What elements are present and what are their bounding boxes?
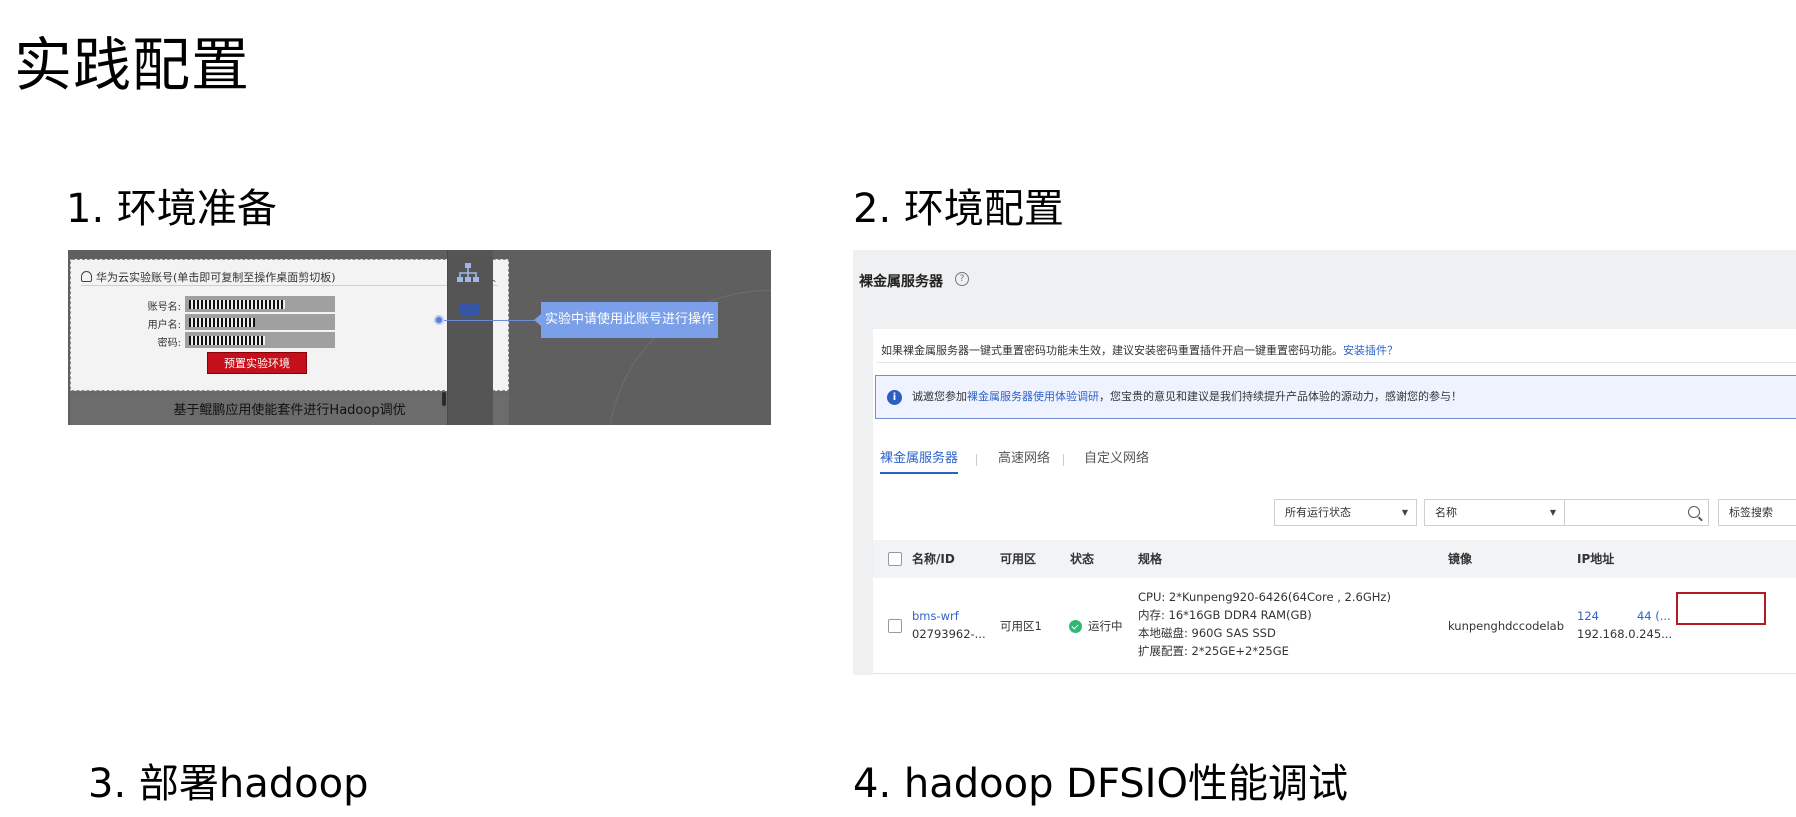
survey-banner: 诚邀您参加裸金属服务器使用体验调研，您宝贵的意见和建议是我们持续提升产品体验的源… xyxy=(875,375,1796,419)
search-field-value: 名称 xyxy=(1435,506,1457,519)
search-field-select[interactable]: 名称 ▼ xyxy=(1424,499,1565,526)
slide-title: 实践配置 xyxy=(14,31,251,99)
account-value[interactable] xyxy=(185,296,335,312)
table-header: 名称/ID 可用区 状态 规格 镜像 IP地址 xyxy=(873,540,1796,578)
password-value[interactable] xyxy=(185,332,335,348)
scroll-thumb[interactable] xyxy=(442,392,446,406)
password-label: 密码: xyxy=(157,338,181,349)
page-title: 裸金属服务器 xyxy=(859,274,943,290)
reset-environment-button[interactable]: 预置实验环境 xyxy=(207,352,307,374)
install-plugin-link[interactable]: 安装插件？ xyxy=(1343,344,1398,357)
column-zone[interactable]: 可用区 xyxy=(1000,540,1036,578)
survey-link[interactable]: 裸金属服务器使用体验调研 xyxy=(967,390,1099,403)
tab-separator xyxy=(1063,454,1064,466)
status-filter-value: 所有运行状态 xyxy=(1285,506,1351,519)
search-icon[interactable] xyxy=(1688,506,1700,518)
server-name-link[interactable]: bms-wrf xyxy=(912,607,986,625)
org-tree-icon[interactable] xyxy=(456,262,480,284)
public-ip[interactable]: 124 44 (... xyxy=(1577,607,1672,625)
zone-cell: 可用区1 xyxy=(1000,619,1042,633)
username-label: 用户名: xyxy=(147,320,181,331)
server-tabs: 裸金属服务器 高速网络 自定义网络 xyxy=(873,446,1796,476)
column-ip[interactable]: IP地址 xyxy=(1577,540,1614,578)
ip-cell: 124 44 (... 192.168.0.245... xyxy=(1577,607,1672,643)
tab-bare-metal-servers[interactable]: 裸金属服务器 xyxy=(880,446,959,474)
step-2-heading: 2. 环境配置 xyxy=(853,186,1064,232)
server-name-cell: bms-wrf 02793962-... xyxy=(912,607,986,643)
column-name-id[interactable]: 名称/ID xyxy=(912,540,955,578)
step-3-heading: 3. 部署hadoop xyxy=(88,761,369,807)
connector-line xyxy=(444,320,536,321)
step-4-heading: 4. hadoop DFSIO性能调试 xyxy=(853,761,1348,807)
tag-search-button[interactable]: 标签搜索 xyxy=(1718,499,1796,526)
public-ip-prefix: 124 xyxy=(1577,609,1599,623)
spec-disk: 本地磁盘: 960G SAS SSD xyxy=(1138,626,1276,640)
reset-password-tip: 如果裸金属服务器一键式重置密码功能未生效，建议安装密码重置插件开启一键重置密码功… xyxy=(877,339,1796,363)
select-all-checkbox[interactable] xyxy=(888,552,902,566)
caret-down-icon: ▼ xyxy=(1401,508,1408,517)
password-row: 密码: xyxy=(71,332,508,349)
survey-suffix: ，您宝贵的意见和建议是我们持续提升产品体验的源动力，感谢您的参与！ xyxy=(1099,390,1462,403)
tab-separator xyxy=(976,454,977,466)
tip-text: 如果裸金属服务器一键式重置密码功能未生效，建议安装密码重置插件开启一键重置密码功… xyxy=(881,344,1343,357)
survey-prefix: 诚邀您参加 xyxy=(912,390,967,403)
caret-down-icon: ▼ xyxy=(1549,508,1556,517)
username-value[interactable] xyxy=(185,314,335,330)
row-checkbox[interactable] xyxy=(888,619,902,633)
account-row: 账号名: xyxy=(71,296,508,313)
bms-console-screenshot: 裸金属服务器 ? 如果裸金属服务器一键式重置密码功能未生效，建议安装密码重置插件… xyxy=(853,250,1796,675)
help-icon[interactable]: ? xyxy=(955,272,969,286)
popup-header[interactable]: 华为云实验账号(单击即可复制至操作桌面剪切板) ︿ xyxy=(81,268,498,286)
spec-cell: CPU: 2*Kunpeng920-6426(64Core , 2.6GHz) … xyxy=(1138,588,1391,660)
spec-memory: 内存: 16*16GB DDR4 RAM(GB) xyxy=(1138,608,1312,622)
connector-dot xyxy=(434,315,444,325)
popup-header-text: 华为云实验账号(单击即可复制至操作桌面剪切板) xyxy=(96,270,336,284)
user-icon xyxy=(81,271,92,282)
private-ip: 192.168.0.245... xyxy=(1577,627,1673,641)
account-label: 账号名: xyxy=(147,302,181,313)
column-spec[interactable]: 规格 xyxy=(1138,540,1162,578)
account-popup: 华为云实验账号(单击即可复制至操作桌面剪切板) ︿ 账号名: 用户名: 密码: … xyxy=(70,259,509,391)
server-id: 02793962-... xyxy=(912,627,986,641)
monitor-icon[interactable] xyxy=(458,302,480,322)
table-row[interactable]: bms-wrf 02793962-... 可用区1 运行中 CPU: 2*Kun… xyxy=(873,578,1796,674)
column-status[interactable]: 状态 xyxy=(1070,540,1094,578)
search-input[interactable] xyxy=(1565,499,1709,526)
account-tooltip: 实验中请使用此账号进行操作 xyxy=(534,302,718,338)
status-running-icon xyxy=(1069,620,1082,633)
tab-high-speed-network[interactable]: 高速网络 xyxy=(998,446,1050,472)
ip-highlight-box xyxy=(1676,592,1766,625)
info-icon: i xyxy=(887,390,902,405)
spec-extension: 扩展配置: 2*25GE+2*25GE xyxy=(1138,644,1289,658)
image-cell: kunpenghdccodelab xyxy=(1448,619,1565,633)
spec-cpu: CPU: 2*Kunpeng920-6426(64Core , 2.6GHz) xyxy=(1138,590,1391,604)
account-screenshot: 华为云实验账号(单击即可复制至操作桌面剪切板) ︿ 账号名: 用户名: 密码: … xyxy=(68,250,771,425)
tab-custom-network[interactable]: 自定义网络 xyxy=(1084,446,1149,472)
status-cell: 运行中 xyxy=(1088,619,1123,633)
status-filter-select[interactable]: 所有运行状态 ▼ xyxy=(1274,499,1417,526)
step-1-heading: 1. 环境准备 xyxy=(66,186,277,232)
public-ip-suffix: 44 (... xyxy=(1636,609,1671,623)
column-image[interactable]: 镜像 xyxy=(1448,540,1472,578)
